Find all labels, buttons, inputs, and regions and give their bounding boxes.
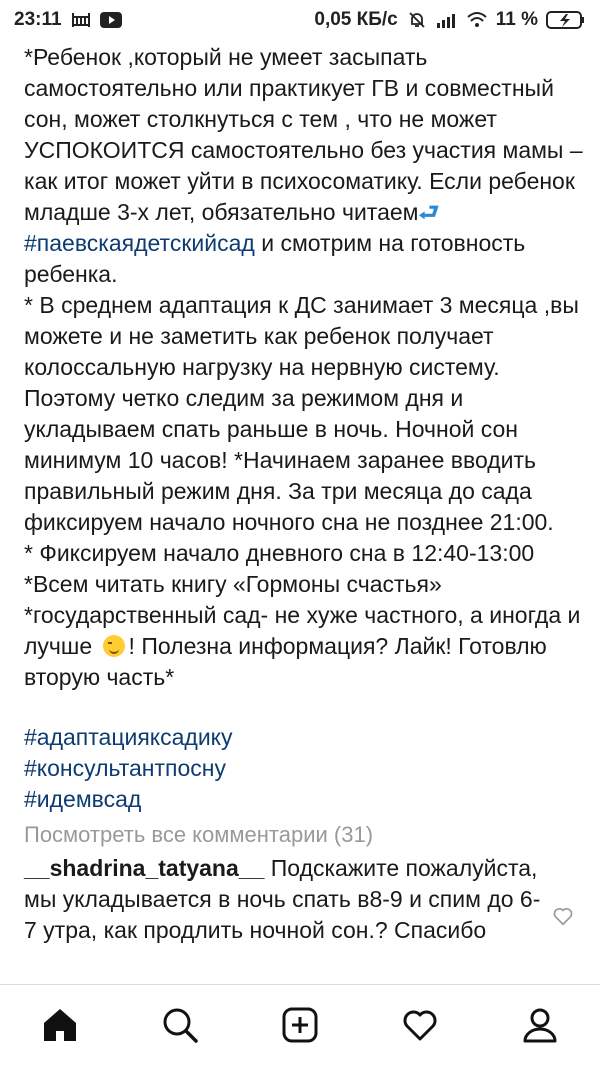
hashtag-link[interactable]: #паевскаядетскийсад <box>24 230 255 256</box>
comment-like-heart-icon[interactable] <box>552 905 574 927</box>
hashtag-link[interactable]: #идемвсад <box>24 784 233 815</box>
mute-bell-icon <box>406 9 428 31</box>
wink-emoji-icon <box>102 635 125 657</box>
hashtag-link[interactable]: #консультантпосну <box>24 753 233 784</box>
comment: __shadrina_tatyana__ Подскажите пожалуйс… <box>24 853 544 946</box>
caption-paragraph-3: * Фиксируем начало дневного сна в 12:40-… <box>24 540 535 566</box>
bottom-navigation <box>0 984 600 1065</box>
hashtag-link[interactable]: #адаптацияксадику <box>24 722 233 753</box>
home-icon[interactable] <box>36 1001 84 1049</box>
comment-username[interactable]: __shadrina_tatyana__ <box>24 855 264 881</box>
view-all-comments-link[interactable]: Посмотреть все комментарии (31) <box>24 822 373 848</box>
return-arrow-icon: ⮐ <box>418 199 440 225</box>
activity-heart-icon[interactable] <box>396 1001 444 1049</box>
new-post-plus-icon[interactable] <box>276 1001 324 1049</box>
caption-paragraph-2: * В среднем адаптация к ДС занимает 3 ме… <box>24 292 586 535</box>
signal-icon <box>436 9 458 31</box>
post-caption: *Ребенок ,который не умеет засыпать само… <box>24 42 584 693</box>
clock: 23:11 <box>14 9 62 30</box>
battery-percent: 11 % <box>495 9 538 30</box>
profile-icon[interactable] <box>516 1001 564 1049</box>
search-icon[interactable] <box>156 1001 204 1049</box>
wifi-icon <box>466 9 488 31</box>
status-bar: 23:11 0,05 КБ/с 11 % <box>0 0 600 40</box>
caption-paragraph-1: *Ребенок ,который не умеет засыпать само… <box>24 44 590 287</box>
network-speed: 0,05 КБ/с <box>314 9 398 30</box>
youtube-icon <box>99 9 122 31</box>
caption-paragraph-5: *государственный сад- не хуже частного, … <box>24 602 587 690</box>
battery-charging-icon <box>546 10 586 30</box>
caption-paragraph-4: *Всем читать книгу «Гормоны счастья» <box>24 571 442 597</box>
crib-icon <box>70 9 92 31</box>
hashtag-list: #адаптацияксадику #консультантпосну #иде… <box>24 722 233 815</box>
